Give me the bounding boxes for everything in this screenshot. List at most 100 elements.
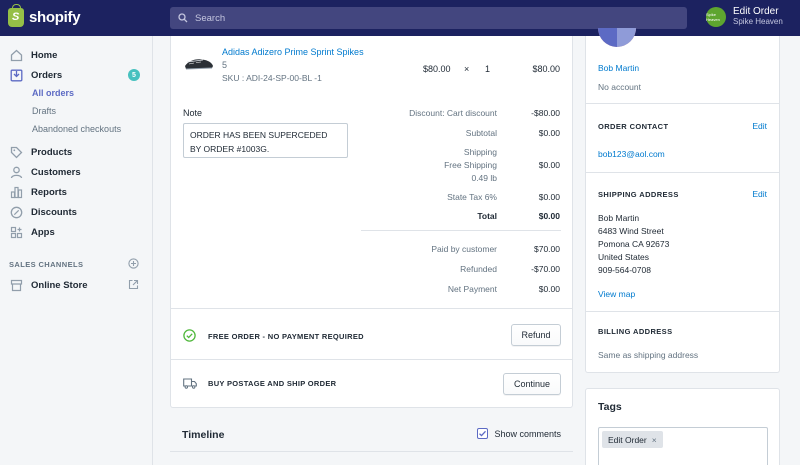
free-order-status: FREE ORDER - NO PAYMENT REQUIRED <box>208 332 364 341</box>
summary-value-shipping: $0.00 <box>538 160 560 170</box>
person-icon <box>9 165 23 179</box>
summary-label-shipping: Shipping <box>463 147 497 157</box>
timeline-header: Timeline Show comments <box>170 420 573 465</box>
orders-icon <box>9 68 23 82</box>
summary-label-total: Total <box>477 211 497 221</box>
store-avatar: Spike Heaven <box>706 6 726 27</box>
summary-value-total: $0.00 <box>538 211 560 221</box>
sidebar-item-customers[interactable]: Customers <box>0 163 153 181</box>
shopify-logo[interactable]: S shopify <box>8 4 81 27</box>
sidebar-item-home[interactable]: Home <box>0 46 153 64</box>
sidebar-item-discounts[interactable]: Discounts <box>0 203 153 221</box>
bar-chart-icon <box>9 185 23 199</box>
summary-divider <box>361 230 561 231</box>
summary-label-discount: Discount: Cart discount <box>409 108 497 118</box>
times-symbol: × <box>464 64 470 74</box>
product-name-link[interactable]: Adidas Adizero Prime Sprint Spikes <box>222 47 364 57</box>
tags-input[interactable]: Edit Order × <box>598 427 768 465</box>
tag-icon <box>9 145 23 159</box>
shipping-address-line: Pomona CA 92673 <box>598 239 670 249</box>
order-note: ORDER HAS BEEN SUPERCEDED BY ORDER #1003… <box>183 123 348 158</box>
payment-label-refunded: Refunded <box>460 264 497 274</box>
home-icon <box>9 48 23 62</box>
orders-count-badge: 5 <box>128 69 140 81</box>
tags-title: Tags <box>598 401 622 413</box>
customer-card: Bob Martin No account ORDER CONTACT Edit… <box>585 28 780 373</box>
payment-value-refunded: -$70.00 <box>531 264 560 274</box>
summary-label-shipping-weight: 0.49 lb <box>471 173 497 183</box>
refund-button[interactable]: Refund <box>511 324 561 346</box>
search-bar[interactable] <box>170 7 687 29</box>
billing-address-title: BILLING ADDRESS <box>598 327 673 336</box>
customer-avatar <box>598 28 636 47</box>
view-map-link[interactable]: View map <box>598 289 635 299</box>
apps-icon <box>9 225 23 239</box>
sidebar-item-reports[interactable]: Reports <box>0 183 153 201</box>
add-channel-icon[interactable] <box>128 258 139 269</box>
store-title: Edit Order <box>733 6 779 17</box>
product-line-total: $80.00 <box>532 64 560 74</box>
billing-address-text: Same as shipping address <box>598 350 699 360</box>
shipping-address-title: SHIPPING ADDRESS <box>598 190 679 199</box>
search-input[interactable] <box>195 12 675 24</box>
search-icon <box>178 13 188 23</box>
edit-shipping-link[interactable]: Edit <box>752 189 767 199</box>
section-divider <box>586 103 779 104</box>
tags-card: Tags Edit Order × <box>585 388 780 465</box>
summary-value-tax: $0.00 <box>538 192 560 202</box>
show-comments-toggle[interactable]: Show comments <box>477 428 561 439</box>
truck-icon <box>183 378 197 389</box>
checkbox-checked-icon[interactable] <box>477 428 489 439</box>
payment-value-net: $0.00 <box>538 284 560 294</box>
sidebar-sub-abandoned-checkouts[interactable]: Abandoned checkouts <box>32 124 121 134</box>
sidebar-item-apps[interactable]: Apps <box>0 223 153 241</box>
shipping-address-line: Bob Martin <box>598 213 640 223</box>
customer-account-status: No account <box>598 82 641 92</box>
summary-value-subtotal: $0.00 <box>538 128 560 138</box>
sidebar-sub-all-orders[interactable]: All orders <box>32 88 74 98</box>
summary-label-tax: State Tax 6% <box>447 192 497 202</box>
timeline-title: Timeline <box>182 429 225 441</box>
product-variant: 5 <box>222 60 228 70</box>
store-icon <box>9 278 23 292</box>
order-contact-title: ORDER CONTACT <box>598 122 669 131</box>
note-label: Note <box>183 108 203 118</box>
payment-label-net: Net Payment <box>447 284 497 294</box>
order-details-card: Adidas Adizero Prime Sprint Spikes 5 SKU… <box>170 36 573 408</box>
product-sku: SKU : ADI-24-SP-00-BL -1 <box>222 73 322 83</box>
shipping-phone: 909-564-0708 <box>598 265 651 275</box>
shipping-address-line: 6483 Wind Street <box>598 226 664 236</box>
buy-postage-label: BUY POSTAGE AND SHIP ORDER <box>208 379 337 388</box>
product-quantity: 1 <box>485 64 491 74</box>
section-divider <box>171 308 572 309</box>
customer-email-link[interactable]: bob123@aol.com <box>598 149 665 159</box>
discount-icon <box>9 205 23 219</box>
shipping-address-line: United States <box>598 252 650 262</box>
tag-chip: Edit Order × <box>602 431 663 448</box>
sales-channels-title: SALES CHANNELS <box>9 260 84 269</box>
summary-label-subtotal: Subtotal <box>465 128 497 138</box>
product-thumbnail[interactable] <box>183 50 215 76</box>
summary-value-discount: -$80.00 <box>531 108 560 118</box>
edit-contact-link[interactable]: Edit <box>752 121 767 131</box>
store-subtitle: Spike Heaven <box>733 17 783 26</box>
timeline-divider <box>170 451 573 452</box>
sidebar-item-products[interactable]: Products <box>0 143 153 161</box>
top-bar: S shopify Spike Heaven Edit Order Spike … <box>0 0 800 36</box>
payment-label-paid: Paid by customer <box>431 244 497 254</box>
sidebar-sub-drafts[interactable]: Drafts <box>32 106 56 116</box>
section-divider <box>586 311 779 312</box>
check-circle-icon <box>183 329 196 342</box>
continue-button[interactable]: Continue <box>503 373 561 395</box>
section-divider <box>171 359 572 360</box>
customer-name-link[interactable]: Bob Martin <box>598 63 639 73</box>
sidebar: Home Orders 5 All orders Drafts Abandone… <box>0 36 153 465</box>
remove-tag-icon[interactable]: × <box>652 435 657 445</box>
shopify-bag-icon: S <box>8 4 24 27</box>
summary-label-shipping-method: Free Shipping <box>444 160 497 170</box>
section-divider <box>586 172 779 173</box>
product-unit-price: $80.00 <box>423 64 451 74</box>
store-menu[interactable]: Spike Heaven Edit Order Spike Heaven <box>706 6 783 27</box>
payment-value-paid: $70.00 <box>534 244 560 254</box>
external-link-icon[interactable] <box>128 279 139 290</box>
